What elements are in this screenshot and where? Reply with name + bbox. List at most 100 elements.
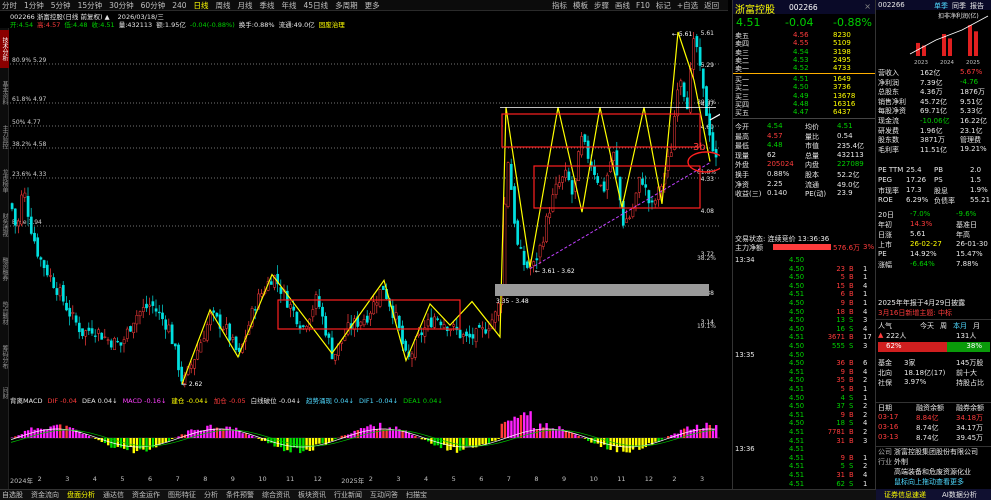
candle-body: [84, 330, 88, 337]
footer-tab-news[interactable]: 证券信息速递: [884, 490, 926, 500]
note-label: 3b: [693, 142, 706, 153]
bid-row[interactable]: 买一 4.51 1649: [733, 75, 875, 84]
chart-tool-button[interactable]: 画线: [615, 0, 630, 11]
candle-body: [452, 324, 456, 327]
ask-row[interactable]: 卖五 4.56 8230: [733, 31, 875, 40]
ask-row[interactable]: 卖一 4.52 4733: [733, 64, 875, 73]
left-tab[interactable]: 技术分析: [0, 30, 9, 68]
tick-price: 4.50: [789, 307, 805, 316]
bid-price: 4.50: [793, 83, 809, 92]
left-tab[interactable]: 龙虎榜单: [0, 162, 9, 200]
macd-bar: [167, 438, 171, 442]
fund-tab[interactable]: 报告: [970, 2, 984, 10]
footer-tab-ai[interactable]: AI数据分析: [942, 490, 977, 500]
tick-count: 1: [863, 385, 868, 393]
chart-tool-button[interactable]: 指标: [552, 0, 567, 11]
popularity-tab[interactable]: 今天: [920, 322, 934, 330]
tick-price: 4.51: [789, 436, 805, 445]
period-tab[interactable]: 周线: [216, 0, 231, 11]
bottom-nav-item[interactable]: 分析: [202, 490, 218, 500]
period-tab[interactable]: 240: [172, 1, 186, 10]
period-tab[interactable]: 30分钟: [109, 0, 134, 11]
stat-value: 0.88%: [767, 170, 790, 178]
chart-tool-button[interactable]: 模板: [573, 0, 588, 11]
macd-bar: [49, 426, 52, 438]
fund-tab[interactable]: 同季: [952, 2, 966, 10]
candle-body: [151, 301, 155, 306]
quote-line: 开:4.54 高:4.57 低:4.48 收:4.51 量:432113 额:1.95亿 -…: [10, 19, 349, 29]
fund-row: 每股净资 69.71亿 5.33亿: [876, 106, 991, 116]
period-tab[interactable]: 分时: [2, 0, 17, 11]
period-tab[interactable]: 季线: [260, 0, 275, 11]
popularity-tab[interactable]: 周: [940, 322, 947, 330]
left-tab[interactable]: 热点题材: [0, 294, 9, 332]
ask-row[interactable]: 卖四 4.55 5109: [733, 39, 875, 48]
left-tab[interactable]: 基本资料: [0, 74, 9, 112]
chart-tool-button[interactable]: +自选: [677, 0, 698, 11]
bottom-nav-item[interactable]: 行业新闻: [332, 490, 362, 500]
popularity-tab[interactable]: 月: [973, 322, 980, 330]
ask-row[interactable]: 卖二 4.53 2495: [733, 55, 875, 65]
bottom-nav-item[interactable]: 条件预警: [224, 490, 254, 500]
left-tab[interactable]: 问财: [0, 382, 9, 404]
fund-tab[interactable]: 单季: [934, 2, 948, 10]
bottom-nav-item[interactable]: 图形特征: [166, 490, 196, 500]
bottom-nav-item[interactable]: 扫描宝: [404, 490, 427, 500]
bottom-nav-item[interactable]: 盘面分析: [65, 490, 95, 500]
chart-tool-button[interactable]: 标记: [656, 0, 671, 11]
left-tab[interactable]: 财务透视: [0, 206, 9, 244]
tick-row: 4.51 3671 B 17: [733, 333, 875, 341]
period-tab[interactable]: 日线: [194, 0, 209, 11]
period-tab[interactable]: 月线: [238, 0, 253, 11]
tick-count: 4: [863, 367, 868, 376]
period-tab[interactable]: 1分钟: [24, 0, 44, 11]
period-tab[interactable]: 年线: [282, 0, 297, 11]
left-tab[interactable]: 主力监控: [0, 118, 9, 156]
period-tab[interactable]: 更多: [365, 0, 380, 11]
bottom-nav-item[interactable]: 互动问答: [368, 490, 398, 500]
ask-price: 4.53: [793, 55, 809, 64]
period-tab[interactable]: 15分钟: [78, 0, 103, 11]
candle-body: [375, 302, 379, 306]
tick-count: 4: [863, 281, 868, 290]
bottom-nav-item[interactable]: 资金运作: [130, 490, 160, 500]
chart-tool-button[interactable]: F10: [636, 1, 650, 10]
bottom-nav-item[interactable]: 板块资讯: [296, 490, 326, 500]
chart-tool-button[interactable]: 返回: [704, 0, 719, 11]
tick-count: 4: [863, 324, 868, 333]
bid-row[interactable]: 买五 4.47 6437: [733, 108, 875, 117]
macd-chart[interactable]: [10, 394, 720, 474]
period-tab[interactable]: 45日线: [304, 0, 329, 11]
tick-volume: 37: [836, 402, 845, 411]
holder-row: 社保 3.97% 持股占比: [876, 378, 991, 388]
bid-row[interactable]: 买三 4.49 13678: [733, 92, 875, 101]
bottom-nav-item[interactable]: 通达信: [101, 490, 124, 500]
candle-body: [228, 323, 232, 341]
bottom-nav-item[interactable]: 综合资讯: [260, 490, 290, 500]
period-tab[interactable]: 多周期: [335, 0, 358, 11]
tick-price: 4.51: [789, 479, 805, 488]
bid-row[interactable]: 买二 4.50 3736: [733, 83, 875, 92]
ratio-value: 1.9%: [970, 186, 988, 194]
bottom-nav-item[interactable]: 资金流向: [29, 490, 59, 500]
stat-label: 总量: [805, 151, 819, 160]
news-report[interactable]: 2025年年报于4月29日披露: [878, 298, 965, 308]
macd-bar: [446, 438, 449, 451]
news-theme[interactable]: 3月16日新增主题: 中标: [878, 308, 952, 318]
popularity-tab[interactable]: 本月: [953, 322, 967, 330]
scroll-hint[interactable]: 鼠标向上拖动查看更多: [894, 477, 964, 487]
ask-row[interactable]: 卖三 4.54 3198: [733, 48, 875, 57]
macd-bar: [228, 426, 231, 438]
kline-chart[interactable]: 80.9% 5.29 61.8% 4.97 50% 4.77 38.2% 4.58 23…: [10, 28, 720, 394]
candle-body: [164, 319, 168, 330]
period-tab[interactable]: 5分钟: [51, 0, 71, 11]
chart-tool-button[interactable]: 步骤: [594, 0, 609, 11]
close-icon[interactable]: ×: [864, 2, 871, 11]
candle-body: [477, 325, 481, 328]
perf-row: 上市 26-02-27 26-01-30: [876, 240, 991, 250]
left-tab[interactable]: 筹码分布: [0, 338, 9, 376]
bid-row[interactable]: 买四 4.48 16316: [733, 100, 875, 109]
left-tab[interactable]: 融资融券: [0, 250, 9, 288]
period-tab[interactable]: 60分钟: [141, 0, 166, 11]
bottom-nav-item[interactable]: 自选股: [0, 490, 23, 500]
